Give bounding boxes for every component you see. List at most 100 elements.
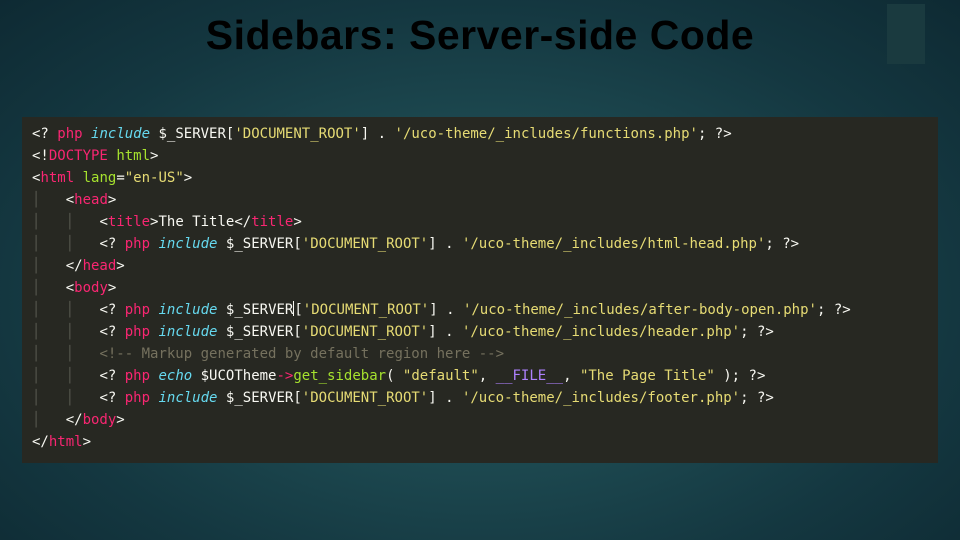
code-token (83, 126, 91, 142)
code-token: '/uco-theme/_includes/header.php' (462, 324, 740, 340)
code-token: <? (99, 324, 124, 340)
code-token: body (83, 412, 117, 428)
code-line: │ │ <title>The Title</title> (32, 211, 928, 233)
code-token: ] . (361, 126, 395, 142)
indent-guide: │ │ (32, 236, 99, 252)
code-token: > (108, 192, 116, 208)
code-token: "default" (403, 368, 479, 384)
code-token: include (158, 324, 217, 340)
code-token: <? (99, 302, 124, 318)
code-token: -> (276, 368, 293, 384)
code-token: php (57, 126, 82, 142)
code-token: > (83, 434, 91, 450)
indent-guide: │ │ (32, 390, 99, 406)
code-token: </ (66, 412, 83, 428)
code-token: [ (294, 302, 302, 318)
code-token: body (74, 280, 108, 296)
code-token: __FILE__ (496, 368, 563, 384)
code-token: html (116, 148, 150, 164)
code-token: ; ?> (740, 324, 774, 340)
code-line: │ </body> (32, 409, 928, 431)
code-token (217, 302, 225, 318)
code-token: > (293, 214, 301, 230)
accent-block (887, 4, 925, 64)
code-token: php (125, 390, 150, 406)
code-token: title (108, 214, 150, 230)
code-token: [ (293, 324, 301, 340)
code-line: <? php include $_SERVER['DOCUMENT_ROOT']… (32, 123, 928, 145)
indent-guide: │ (32, 280, 66, 296)
code-token (217, 236, 225, 252)
code-token: $_SERVER (226, 390, 293, 406)
code-token: $_SERVER (158, 126, 225, 142)
code-token: "The Page Title" (580, 368, 715, 384)
code-token: lang (83, 170, 117, 186)
code-token: > (108, 280, 116, 296)
indent-guide: │ │ (32, 302, 99, 318)
code-token: 'DOCUMENT_ROOT' (234, 126, 360, 142)
code-token: <? (32, 126, 57, 142)
code-token: ; ?> (698, 126, 732, 142)
code-token: The Title (158, 214, 234, 230)
slide-title: Sidebars: Server-side Code (0, 12, 960, 59)
code-token: php (125, 302, 150, 318)
code-token: $_SERVER (226, 236, 293, 252)
indent-guide: │ │ (32, 214, 99, 230)
code-line: │ <head> (32, 189, 928, 211)
code-token: html (49, 434, 83, 450)
code-line: │ │ <? php include $_SERVER['DOCUMENT_RO… (32, 233, 928, 255)
indent-guide: │ │ (32, 346, 99, 362)
code-token (74, 170, 82, 186)
code-token: $_SERVER (226, 324, 293, 340)
code-token: head (83, 258, 117, 274)
code-token: <!-- Markup generated by default region … (99, 346, 504, 362)
code-token: ); ?> (715, 368, 766, 384)
title-bar: Sidebars: Server-side Code (0, 4, 960, 66)
code-token: echo (158, 368, 192, 384)
indent-guide: │ (32, 258, 66, 274)
code-token: </ (66, 258, 83, 274)
code-token: ] . (428, 324, 462, 340)
code-token: ] . (428, 236, 462, 252)
code-token: < (99, 214, 107, 230)
code-token: $_SERV (226, 302, 277, 318)
code-token: [ (293, 390, 301, 406)
code-line: <html lang="en-US"> (32, 167, 928, 189)
code-token: [ (293, 236, 301, 252)
code-line: │ │ <? php echo $UCOTheme->get_sidebar( … (32, 365, 928, 387)
code-token: include (91, 126, 150, 142)
code-token: DOCTYPE (49, 148, 108, 164)
indent-guide: │ (32, 412, 66, 428)
code-token: '/uco-theme/_includes/functions.php' (395, 126, 698, 142)
code-token: '/uco-theme/_includes/html-head.php' (462, 236, 765, 252)
code-token: </ (234, 214, 251, 230)
code-token: get_sidebar (293, 368, 386, 384)
code-line: │ </head> (32, 255, 928, 277)
code-token: "en-US" (125, 170, 184, 186)
code-token: html (40, 170, 74, 186)
code-token: ER (277, 302, 294, 318)
code-token: 'DOCUMENT_ROOT' (302, 390, 428, 406)
indent-guide: │ (32, 192, 66, 208)
code-token: php (125, 236, 150, 252)
code-token: include (158, 302, 217, 318)
code-token (192, 368, 200, 384)
code-line: │ │ <? php include $_SERVER['DOCUMENT_RO… (32, 387, 928, 409)
code-block: <? php include $_SERVER['DOCUMENT_ROOT']… (22, 117, 938, 463)
indent-guide: │ │ (32, 324, 99, 340)
code-token: <? (99, 390, 124, 406)
code-token: , (479, 368, 496, 384)
code-token: ; ?> (765, 236, 799, 252)
slide: Sidebars: Server-side Code <? php includ… (0, 0, 960, 540)
code-line: <!DOCTYPE html> (32, 145, 928, 167)
code-token: > (184, 170, 192, 186)
code-token: include (158, 236, 217, 252)
code-token (217, 390, 225, 406)
code-token: > (116, 412, 124, 428)
code-token: ( (386, 368, 403, 384)
code-token: 'DOCUMENT_ROOT' (303, 302, 429, 318)
code-token: < (66, 280, 74, 296)
indent-guide: │ │ (32, 368, 99, 384)
code-token: 'DOCUMENT_ROOT' (302, 236, 428, 252)
code-token: </ (32, 434, 49, 450)
